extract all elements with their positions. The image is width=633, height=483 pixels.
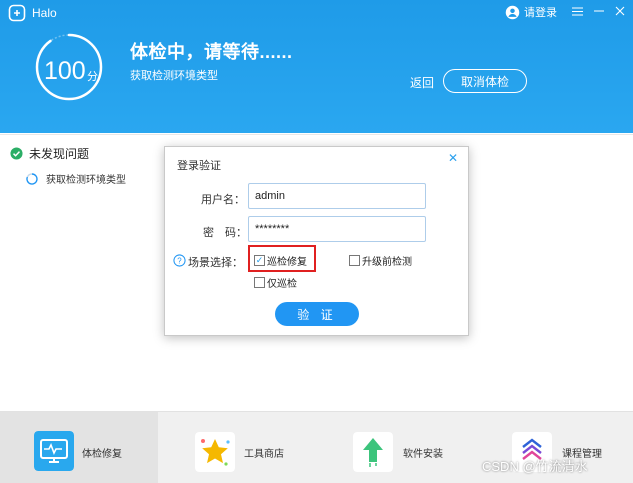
nav-label: 工具商店: [244, 449, 284, 460]
option-label: 升级前检测: [362, 257, 412, 268]
nav-label: 体检修复: [82, 449, 122, 460]
password-label: 密 码：: [203, 227, 247, 239]
password-input[interactable]: [248, 216, 426, 242]
option-label: 仅巡检: [267, 279, 297, 290]
dialog-close-icon[interactable]: ✕: [448, 152, 460, 164]
loading-spinner-icon: [26, 172, 38, 185]
result-detail-text: 获取检测环境类型: [46, 175, 126, 186]
result-detail: 获取检测环境类型: [26, 171, 126, 186]
back-link[interactable]: 返回: [410, 74, 434, 91]
login-verify-dialog: 登录验证 ✕ 用户名： 密 码： ? 场景选择： ✓ 巡检修复 升级前检测 仅巡…: [164, 146, 469, 336]
arrow-up-icon: [353, 432, 393, 472]
scene-label: 场景选择：: [188, 257, 243, 269]
option-inspect-only-checkbox[interactable]: 仅巡检: [254, 275, 297, 290]
status-title: 体检中，请等待......: [130, 42, 293, 62]
nav-item-software-install[interactable]: 软件安装: [316, 412, 474, 483]
close-icon[interactable]: [611, 2, 629, 20]
svg-text:?: ?: [177, 256, 182, 265]
nav-item-tool-store[interactable]: 工具商店: [158, 412, 316, 483]
star-icon: [195, 432, 235, 472]
divider: [0, 134, 633, 135]
result-summary: 未发现问题: [10, 145, 89, 162]
menu-icon[interactable]: [568, 2, 586, 20]
option-pre-upgrade-checkbox[interactable]: 升级前检测: [349, 253, 412, 268]
checkbox-checked-icon: ✓: [254, 255, 265, 266]
status-subtitle: 获取检测环境类型: [130, 70, 218, 82]
dialog-title: 登录验证: [177, 160, 221, 172]
halo-logo-icon: [8, 4, 26, 22]
app-title: Halo: [32, 6, 57, 20]
check-circle-icon: [10, 147, 23, 160]
titlebar: Halo 请登录: [0, 0, 633, 26]
monitor-heartbeat-icon: [34, 431, 74, 471]
option-inspect-repair-checkbox[interactable]: ✓ 巡检修复: [254, 253, 307, 268]
user-icon: [505, 5, 520, 19]
result-summary-text: 未发现问题: [29, 147, 90, 161]
login-label: 请登录: [524, 7, 557, 19]
score-unit: 分: [87, 71, 98, 83]
username-label: 用户名：: [201, 194, 245, 206]
username-input[interactable]: [248, 183, 426, 209]
nav-item-health-repair[interactable]: 体检修复: [0, 412, 158, 483]
score-value: 100: [44, 57, 86, 85]
checkbox-icon: [349, 255, 360, 266]
checkbox-icon: [254, 277, 265, 288]
login-button[interactable]: 请登录: [505, 3, 557, 21]
option-label: 巡检修复: [267, 257, 307, 268]
header: Halo 请登录 100 分 体检中，请等待...... 获取检测环境类型 返回…: [0, 0, 633, 133]
minimize-icon[interactable]: [590, 2, 608, 20]
nav-label: 软件安装: [403, 449, 443, 460]
verify-button[interactable]: 验 证: [275, 302, 359, 326]
watermark: CSDN @竹流清水: [482, 459, 588, 474]
help-icon[interactable]: ?: [173, 254, 186, 267]
cancel-check-button[interactable]: 取消体检: [443, 69, 527, 93]
